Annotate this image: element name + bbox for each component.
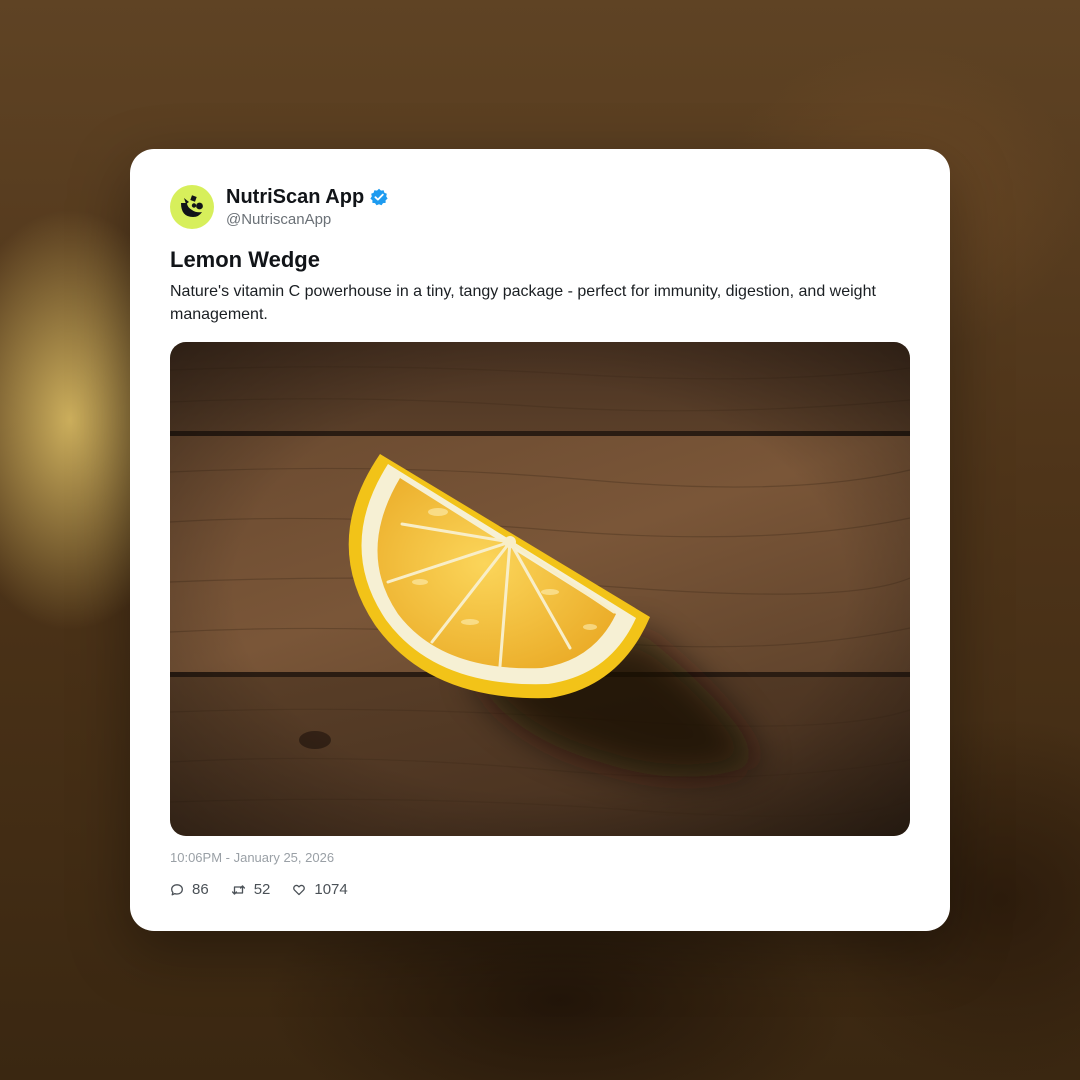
repost-count: 52 [253,881,271,898]
post-image[interactable] [170,342,910,836]
post-body: Nature's vitamin C powerhouse in a tiny,… [170,283,876,323]
reply-button[interactable]: 86 [170,880,209,900]
engagement-bar: 86 52 1074 [170,879,370,901]
avatar[interactable] [170,185,214,229]
repost-icon [231,885,245,895]
comment-icon [171,884,183,896]
post-card: NutriScan App @NutriscanApp Lemon Wedge … [130,149,950,931]
heart-icon [293,884,306,896]
display-name-row: NutriScan App [226,185,388,209]
verified-badge-icon [370,188,388,206]
like-button[interactable]: 1074 [292,880,348,900]
account-names: NutriScan App @NutriscanApp [226,185,388,230]
lemon-wedge-photo [170,342,910,836]
nutriscan-logo-icon [181,195,203,217]
post-title: Lemon Wedge [170,247,320,272]
post-header: NutriScan App @NutriscanApp [170,185,388,229]
account-handle[interactable]: @NutriscanApp [226,210,388,230]
like-count: 1074 [314,881,348,898]
display-name[interactable]: NutriScan App [226,185,364,209]
repost-button[interactable]: 52 [231,880,271,900]
reply-count: 86 [192,881,209,898]
post-timestamp: 10:06PM - January 25, 2026 [170,850,335,865]
